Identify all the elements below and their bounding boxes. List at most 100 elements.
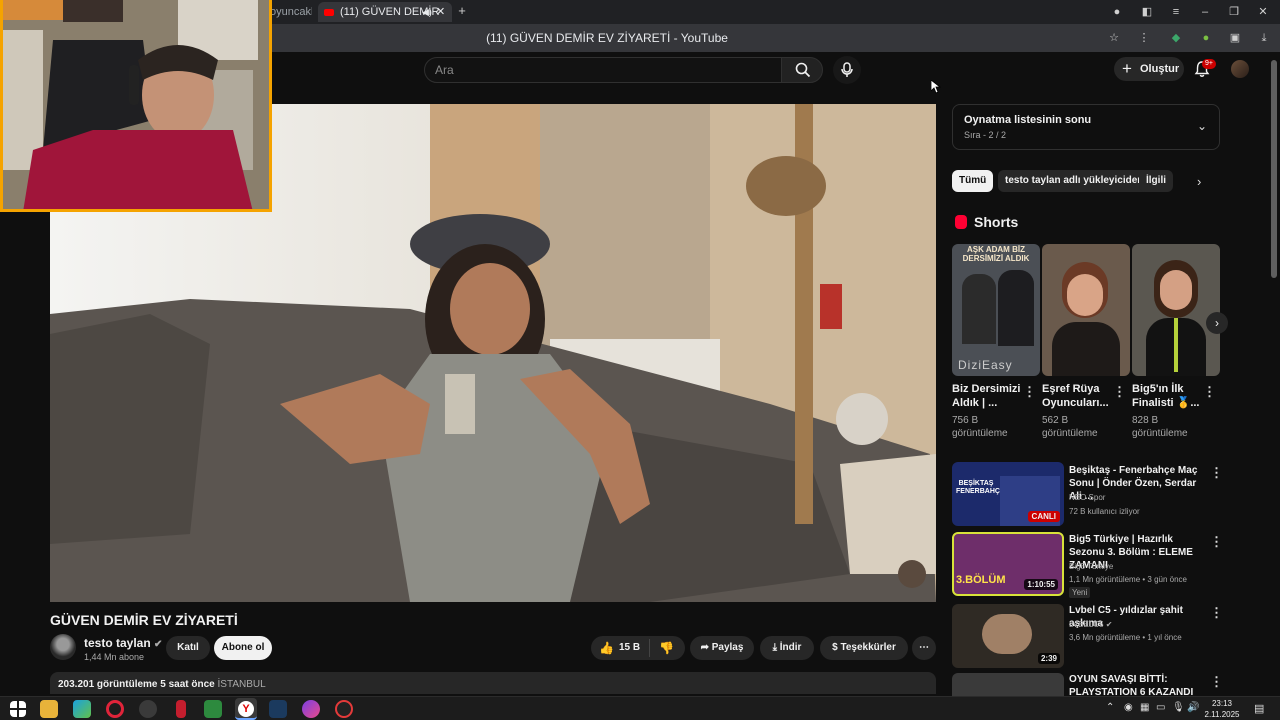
rec-thumbnail[interactable]: BEŞİKTAŞ FENERBAHÇE CANLI <box>952 462 1064 526</box>
chevron-down-icon[interactable]: ⌄ <box>1197 119 1207 133</box>
opera-icon[interactable] <box>106 700 124 718</box>
restore-icon[interactable]: ❐ <box>1226 4 1242 20</box>
extensions-icon[interactable]: ◧ <box>1139 4 1155 20</box>
account-icon[interactable]: ● <box>1109 4 1125 20</box>
new-tab-button[interactable]: + <box>455 4 469 18</box>
rec-thumb-text: BEŞİKTAŞ FENERBAHÇE <box>956 480 1005 495</box>
channel-name-text: testo taylan <box>84 636 151 650</box>
share-label: Paylaş <box>711 642 744 653</box>
join-button[interactable]: Katıl <box>166 636 210 660</box>
playlist-panel[interactable]: Oynatma listesinin sonu Sıra - 2 / 2 ⌄ <box>952 104 1220 150</box>
short-views: 828 B görüntüleme <box>1132 415 1188 439</box>
rec-channel[interactable]: LVBELC5 ✔ <box>1069 620 1112 629</box>
rec-menu-icon[interactable]: ⋮ <box>1210 674 1223 690</box>
battery-icon[interactable]: ▭ <box>1156 702 1165 713</box>
yandex-browser-icon[interactable]: Y <box>235 698 257 720</box>
rec-channel[interactable]: Big5 Türkiye <box>1069 562 1113 571</box>
close-tab-icon[interactable]: ✕ <box>436 2 445 22</box>
clock-time: 23:13 <box>1211 699 1233 708</box>
download-icon[interactable]: ⤓ <box>1257 31 1271 45</box>
search-input[interactable] <box>435 58 765 82</box>
network-icon[interactable]: ▦ <box>1140 702 1149 713</box>
duration-badge: 1:10:55 <box>1024 579 1058 590</box>
start-icon[interactable] <box>10 701 26 717</box>
rec-menu-icon[interactable]: ⋮ <box>1210 534 1223 550</box>
rec-meta: 72 B kullanıcı izliyor <box>1069 507 1140 516</box>
download-icon: ⤓ <box>772 642 780 653</box>
tray-expand-icon[interactable]: ⌃ <box>1106 702 1114 713</box>
tab-inactive[interactable]: oyuncakl <box>270 2 312 22</box>
rec-thumbnail[interactable]: 3.BÖLÜM 1:10:55 <box>952 532 1064 596</box>
volume-icon[interactable]: 🔊 <box>1187 702 1199 713</box>
short-thumbnail[interactable] <box>1042 244 1130 376</box>
chevron-right-icon[interactable]: › <box>1197 174 1201 189</box>
short-title[interactable]: Eşref Rüya Oyuncuları... <box>1042 382 1116 410</box>
close-window-icon[interactable]: ✕ <box>1255 4 1271 20</box>
thanks-button[interactable]: $ Teşekkürler <box>820 636 908 660</box>
wallet-icon[interactable]: ▣ <box>1228 31 1242 45</box>
minimize-icon[interactable]: – <box>1197 4 1213 20</box>
vpn-icon[interactable]: ◆ <box>1169 31 1183 45</box>
rec-thumbnail[interactable]: 2:39 <box>952 604 1064 668</box>
create-button[interactable]: + Oluştur <box>1114 57 1184 81</box>
more-icon[interactable]: ⋮ <box>1137 31 1151 45</box>
scrollbar[interactable] <box>1271 60 1277 278</box>
chip-uploader[interactable]: testo taylan adlı yükleyiciden <box>998 170 1151 192</box>
account-avatar[interactable] <box>1231 60 1249 78</box>
file-explorer-icon[interactable] <box>40 700 58 718</box>
channel-name[interactable]: testo taylan ✔ <box>84 636 162 650</box>
rec-title[interactable]: OYUN SAVAŞI BİTTİ: PLAYSTATION 6 KAZANDI <box>1069 673 1203 696</box>
short-title[interactable]: Biz Dersimizi Aldık | ... <box>952 382 1026 410</box>
rec-meta: 3,6 Mn görüntüleme • 1 yıl önce <box>1069 633 1182 642</box>
short-menu-icon[interactable]: ⋮ <box>1203 384 1216 400</box>
dislike-icon[interactable]: 👎 <box>659 636 674 660</box>
menu-icon[interactable]: ≡ <box>1168 4 1184 20</box>
person-figure <box>982 614 1032 654</box>
short-thumbnail[interactable]: AŞK ADAM BİZ DERSİMİZİ ALDIK DiziEasy <box>952 244 1040 376</box>
rec-menu-icon[interactable]: ⋮ <box>1210 605 1223 621</box>
speaker-icon[interactable]: ◀) <box>422 2 432 22</box>
app-icon[interactable] <box>302 700 320 718</box>
store-icon[interactable] <box>204 700 222 718</box>
bookmark-icon[interactable]: ☆ <box>1107 31 1121 45</box>
system-clock[interactable]: 23:13 2.11.2025 <box>1200 697 1244 720</box>
app-icon[interactable] <box>176 700 186 718</box>
location-tag[interactable]: İSTANBUL <box>218 679 266 690</box>
short-title[interactable]: Big5'ın İlk Finalisti 🥇... <box>1132 382 1206 410</box>
like-count[interactable]: 15 B <box>619 636 640 660</box>
face-shape <box>1160 270 1192 310</box>
rec-menu-icon[interactable]: ⋮ <box>1210 465 1223 481</box>
share-button[interactable]: ➦ Paylaş <box>690 636 754 660</box>
rec-thumbnail[interactable] <box>952 673 1064 696</box>
shorts-next-button[interactable]: › <box>1206 312 1228 334</box>
extension-icon[interactable]: ● <box>1199 31 1213 45</box>
steam-icon[interactable] <box>269 700 287 718</box>
obs-icon[interactable] <box>335 700 353 718</box>
microphone-icon[interactable]: 🎙 <box>1172 702 1185 713</box>
like-icon[interactable]: 👍 <box>599 636 614 660</box>
edge-icon[interactable] <box>73 700 91 718</box>
short-thumbnail[interactable] <box>1132 244 1220 376</box>
search-button[interactable] <box>781 57 823 83</box>
like-dislike-group: 👍 15 B 👎 <box>591 636 685 660</box>
download-button[interactable]: ⤓ İndir <box>760 636 814 660</box>
channel-avatar[interactable] <box>50 634 76 660</box>
face-shape <box>1067 274 1103 316</box>
more-actions-button[interactable]: ⋯ <box>912 636 936 660</box>
lanyard <box>1174 318 1178 372</box>
subscribe-button[interactable]: Abone ol <box>214 636 272 660</box>
person-figure <box>998 270 1034 346</box>
chip-related[interactable]: İlgili <box>1139 170 1173 192</box>
short-menu-icon[interactable]: ⋮ <box>1023 384 1036 400</box>
tray-app-icon[interactable]: ◉ <box>1124 702 1133 713</box>
rec-channel[interactable]: NEO Spor <box>1069 493 1105 502</box>
short-menu-icon[interactable]: ⋮ <box>1113 384 1126 400</box>
notification-center-icon[interactable]: ▤ <box>1254 702 1264 715</box>
chip-all[interactable]: Tümü <box>952 170 994 192</box>
description-box[interactable]: 203.201 görüntüleme 5 saat önce İSTANBUL <box>50 672 936 694</box>
short-watermark: DiziEasy <box>958 358 1013 372</box>
clock-date: 2.11.2025 <box>1204 710 1240 719</box>
voice-search-button[interactable] <box>833 56 861 84</box>
app-icon[interactable] <box>139 700 157 718</box>
tab-active[interactable]: (11) GÜVEN DEMİR ◀) ✕ <box>318 2 452 22</box>
